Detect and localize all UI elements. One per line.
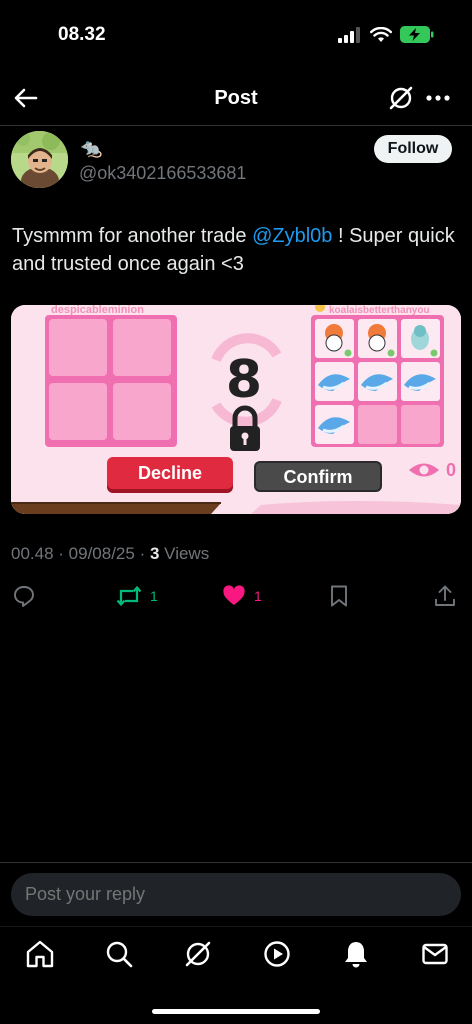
post-date: 09/08/25	[68, 544, 135, 563]
like-action[interactable]: 1	[222, 584, 262, 608]
bookmark-action[interactable]	[328, 584, 350, 608]
share-action[interactable]	[433, 584, 457, 608]
wifi-icon	[370, 26, 392, 42]
notifications-bell-icon[interactable]	[341, 939, 371, 969]
pet-slot-cow	[315, 319, 354, 358]
user-handle[interactable]: @ok3402166533681	[79, 163, 246, 184]
pet-slot-bird	[401, 319, 440, 358]
status-bar: 08.32	[0, 0, 472, 70]
cellular-signal-icon	[338, 26, 360, 43]
right-trader-name: koalaisbetterthanyou	[329, 305, 430, 316]
follow-button[interactable]: Follow	[374, 135, 452, 163]
share-icon[interactable]	[433, 584, 457, 608]
status-time: 08.32	[58, 24, 106, 45]
home-indicator[interactable]	[152, 1009, 320, 1014]
views-count: 3	[149, 544, 160, 563]
decline-button-label: Decline	[138, 463, 202, 483]
more-options-icon[interactable]	[426, 94, 450, 102]
confirm-button-label: Confirm	[284, 467, 353, 487]
views-label[interactable]: Views	[164, 544, 209, 563]
post-time: 00.48	[11, 544, 54, 563]
reply-input[interactable]	[11, 873, 461, 916]
pet-slot-cow	[358, 319, 397, 358]
home-icon[interactable]	[25, 939, 55, 969]
post-text-start: Tysmmm for another trade	[12, 225, 253, 247]
bookmark-icon[interactable]	[328, 584, 350, 608]
pet-slot-dolphin	[315, 362, 354, 401]
grok-icon[interactable]	[183, 939, 213, 969]
status-icons	[338, 26, 434, 43]
battery-charging-icon	[400, 26, 434, 43]
mention-link[interactable]: @Zybl0b	[252, 225, 332, 247]
display-name[interactable]: 🐀	[80, 138, 102, 159]
video-play-icon[interactable]	[262, 939, 292, 969]
avatar[interactable]	[11, 131, 68, 188]
pet-slot-dolphin	[401, 362, 440, 401]
pet-slot-dolphin	[358, 362, 397, 401]
retweet-icon[interactable]	[116, 584, 142, 608]
retweet-count: 1	[150, 588, 158, 604]
post-header: Post	[0, 70, 472, 126]
post-actions: 1 1	[0, 584, 472, 610]
viewer-count: 0	[446, 460, 456, 480]
post-meta: 00.48 · 09/08/25 · 3 Views	[11, 544, 210, 563]
post-media-image[interactable]: despicableminion 8 koalaisbetterthanyou	[11, 305, 461, 514]
like-count: 1	[254, 588, 262, 604]
reply-action[interactable]	[12, 584, 36, 608]
retweet-action[interactable]: 1	[116, 584, 158, 608]
left-trader-name: despicableminion	[51, 305, 144, 316]
countdown-number: 8	[226, 350, 262, 410]
messages-envelope-icon[interactable]	[420, 939, 450, 969]
reply-bar	[0, 862, 472, 922]
pet-slot-dolphin	[315, 405, 354, 444]
grok-icon[interactable]	[388, 85, 414, 111]
heart-icon[interactable]	[222, 584, 246, 608]
post-text: Tysmmm for another trade @Zybl0b ! Super…	[12, 222, 462, 278]
search-icon[interactable]	[104, 939, 134, 969]
reply-icon[interactable]	[12, 584, 36, 608]
